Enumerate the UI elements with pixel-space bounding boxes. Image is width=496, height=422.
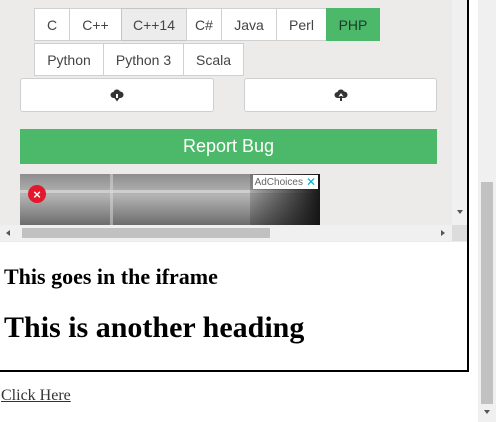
horizontal-scroll-thumb[interactable]: [22, 228, 270, 238]
outer-iframe: C C++ C++14 C# Java Perl PHP Python Pyth…: [0, 0, 469, 372]
tab-cpp14[interactable]: C++14: [121, 8, 187, 41]
another-heading: This is another heading: [4, 311, 305, 344]
tab-c[interactable]: C: [34, 8, 70, 41]
page-vertical-scrollbar[interactable]: [478, 0, 496, 422]
scroll-down-arrow-icon[interactable]: [457, 210, 463, 214]
language-tabs-row-1: C C++ C++14 C# Java Perl PHP: [34, 8, 380, 41]
page-scroll-down-arrow-icon[interactable]: [484, 410, 490, 414]
tab-cpp[interactable]: C++: [69, 8, 122, 41]
tab-python[interactable]: Python: [34, 43, 104, 76]
click-here-link[interactable]: Click Here: [1, 387, 71, 405]
iframe-heading: This goes in the iframe: [4, 264, 218, 289]
cloud-upload-icon: [334, 89, 348, 101]
scroll-right-arrow-icon[interactable]: [441, 230, 445, 236]
language-tabs-row-2: Python Python 3 Scala: [34, 43, 244, 76]
ad-dismiss-icon[interactable]: ✕: [306, 175, 316, 189]
tab-java[interactable]: Java: [221, 8, 277, 41]
tab-python3[interactable]: Python 3: [103, 43, 184, 76]
upload-button[interactable]: [244, 78, 437, 112]
panel-horizontal-scrollbar[interactable]: [0, 225, 452, 241]
ad-choices[interactable]: AdChoices ✕: [252, 175, 318, 189]
cloud-download-icon: [110, 89, 124, 101]
tab-php[interactable]: PHP: [326, 8, 380, 41]
report-bug-button[interactable]: Report Bug: [20, 129, 437, 164]
advertisement[interactable]: × AdChoices ✕: [20, 174, 320, 226]
panel-vertical-scrollbar[interactable]: [452, 0, 467, 225]
ad-close-icon[interactable]: ×: [28, 185, 46, 203]
tab-csharp[interactable]: C#: [186, 8, 222, 41]
embedded-compiler-panel: C C++ C++14 C# Java Perl PHP Python Pyth…: [0, 0, 467, 242]
ad-image-detail: [110, 174, 113, 226]
download-button[interactable]: [20, 78, 214, 112]
tab-perl[interactable]: Perl: [276, 8, 327, 41]
page-scroll-thumb[interactable]: [481, 182, 493, 404]
scroll-left-arrow-icon[interactable]: [6, 230, 10, 236]
tab-scala[interactable]: Scala: [183, 43, 244, 76]
ad-choices-label: AdChoices: [254, 176, 303, 188]
scrollbar-corner: [452, 225, 467, 241]
